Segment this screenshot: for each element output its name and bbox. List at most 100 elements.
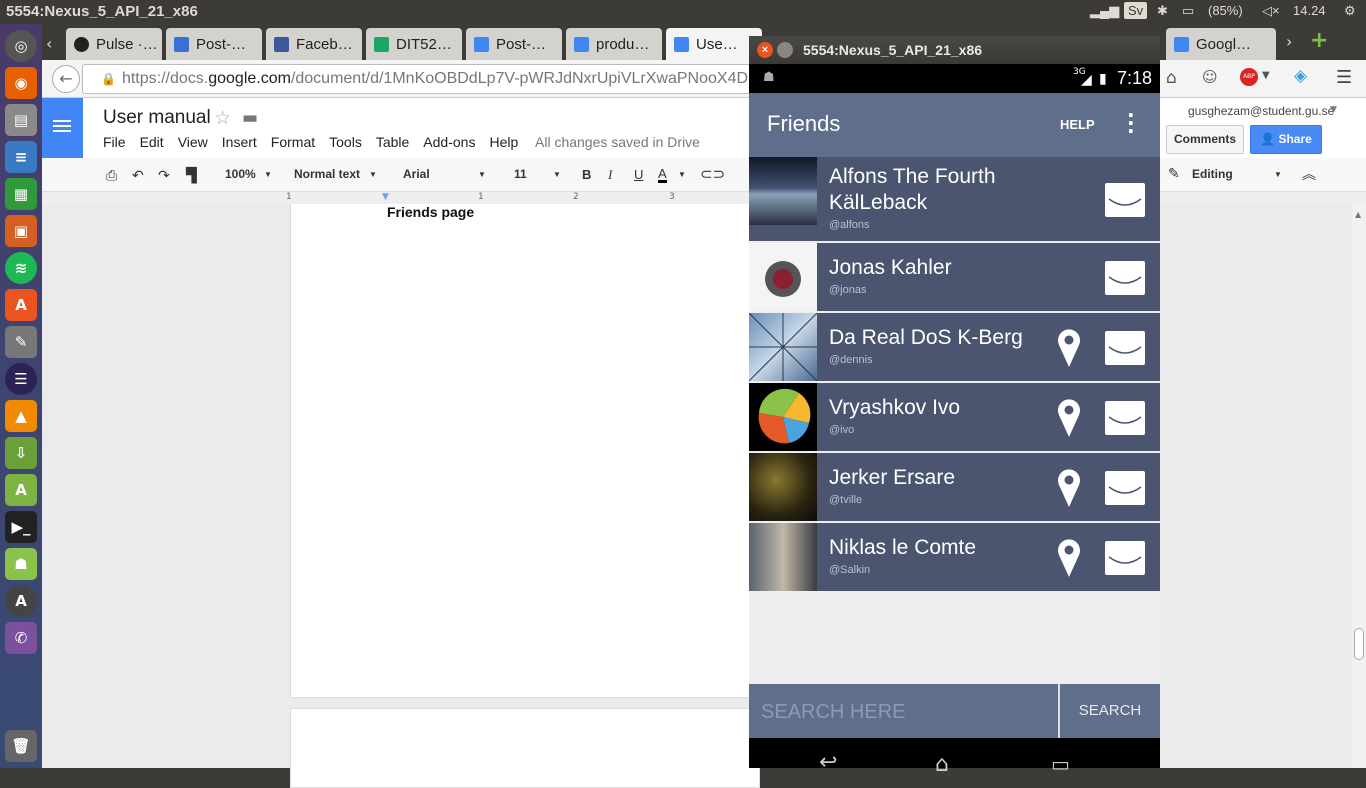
friend-row[interactable]: Alfons The Fourth KälLeback @alfons [749,157,1160,243]
minimize-icon[interactable] [777,42,793,58]
back-icon[interactable]: ↩ [819,750,837,775]
battery-icon[interactable]: ▭ [1182,3,1194,19]
back-button[interactable]: ← [52,65,80,93]
chat-icon[interactable]: ☺ [1202,68,1218,86]
underline-button[interactable]: U [634,167,643,182]
terminal-icon[interactable]: ▶_ [5,511,37,543]
vlc-icon[interactable]: ▲ [5,400,37,432]
message-icon[interactable] [1105,471,1145,505]
italic-button[interactable]: I [608,167,612,183]
star-icon[interactable]: ☆ [214,107,231,129]
menu-tools[interactable]: Tools [329,134,362,150]
adblock-icon[interactable]: ABP [1240,68,1258,86]
gear-icon[interactable]: ⚙ [1344,3,1356,19]
overflow-menu-icon[interactable]: · · · [1127,105,1135,141]
location-pin-icon[interactable] [1057,327,1081,367]
impress-icon[interactable]: ▣ [5,215,37,247]
scroll-thumb[interactable] [1354,628,1364,660]
pencil-icon[interactable]: ✎ [1168,165,1180,182]
tab-scroll-right-icon[interactable]: › [1286,32,1292,51]
keyboard-layout-indicator[interactable]: Sv [1124,2,1148,19]
document-page[interactable]: Friends page [290,204,760,698]
tab-drive[interactable]: DIT52… [366,28,462,60]
account-chevron-down-icon[interactable]: ▼ [1330,105,1337,115]
friend-row[interactable]: Jerker Ersare @tville [749,453,1160,523]
scroll-up-icon[interactable]: ▲ [1355,210,1361,219]
location-pin-icon[interactable] [1057,467,1081,507]
recent-apps-icon[interactable]: ▭ [1051,752,1070,776]
viber-icon[interactable]: ✆ [5,622,37,654]
bold-button[interactable]: B [582,167,591,182]
help-button[interactable]: HELP [1060,117,1095,132]
menu-insert[interactable]: Insert [222,134,257,150]
android-studio-icon[interactable]: A [5,474,37,506]
friend-row[interactable]: Vryashkov Ivo @ivo [749,383,1160,453]
files-icon[interactable]: ▤ [5,104,37,136]
docs-logo-icon[interactable] [42,98,83,158]
dash-home-icon[interactable]: ◎ [5,30,37,62]
menu-addons[interactable]: Add-ons [423,134,475,150]
chevron-down-icon[interactable]: ▼ [1262,70,1270,81]
firefox-icon[interactable]: ◉ [5,67,37,99]
android-icon[interactable]: ☗ [5,548,37,580]
message-icon[interactable] [1105,261,1145,295]
redo-icon[interactable]: ↷ [158,167,170,184]
battery-percent[interactable]: (85%) [1208,3,1243,18]
text-color-button[interactable]: A [658,167,667,183]
clock[interactable]: 14.24 [1293,3,1326,18]
font-size-select[interactable]: 11 [514,167,527,181]
tab-post-1[interactable]: Post-… [166,28,262,60]
document-body-text[interactable]: Friends page [387,204,474,220]
editing-mode-select[interactable]: Editing [1192,167,1233,181]
editing-chevron-down-icon[interactable]: ▼ [1274,170,1282,179]
friend-row[interactable]: Niklas le Comte @Salkin [749,523,1160,593]
update-manager-icon[interactable]: A [5,585,37,617]
link-icon[interactable]: ⊂⊃ [700,165,725,183]
document-title[interactable]: User manual [103,107,211,129]
size-chevron-down-icon[interactable]: ▼ [553,170,561,179]
message-icon[interactable] [1105,183,1145,217]
color-chevron-down-icon[interactable]: ▼ [678,170,686,179]
tab-post-2[interactable]: Post-… [466,28,562,60]
settings-tools-icon[interactable]: ✎ [5,326,37,358]
menu-view[interactable]: View [178,134,208,150]
trash-icon[interactable]: 🗑 [5,730,37,762]
url-bar[interactable]: 🔒 https://docs.google.com/document/d/1MnK… [82,64,762,94]
search-input[interactable]: SEARCH HERE [761,701,905,724]
style-select[interactable]: Normal text [294,167,360,181]
tab-facebook[interactable]: Faceb… [266,28,362,60]
undo-icon[interactable]: ↶ [132,167,144,184]
close-icon[interactable]: × [757,42,773,58]
friend-row[interactable]: Da Real DoS K-Berg @dennis [749,313,1160,383]
eclipse-icon[interactable]: ☰ [5,363,37,395]
network-icon[interactable]: ▂▄▆ [1090,3,1119,19]
font-chevron-down-icon[interactable]: ▼ [478,170,486,179]
menu-file[interactable]: File [103,134,126,150]
ruler[interactable]: 1 ▼ 1 2 3 [42,192,1366,204]
menu-table[interactable]: Table [376,134,409,150]
font-select[interactable]: Arial [403,167,430,181]
home-icon[interactable]: ⌂ [935,752,949,777]
calc-icon[interactable]: ▦ [5,178,37,210]
tab-google[interactable]: Googl… [1166,28,1276,60]
zoom-chevron-down-icon[interactable]: ▼ [264,170,272,179]
comments-button[interactable]: Comments [1166,125,1244,154]
indent-marker-icon[interactable]: ▼ [382,192,389,202]
writer-icon[interactable]: ≡ [5,141,37,173]
save-status[interactable]: All changes saved in Drive [535,134,700,150]
scrollbar[interactable]: ▲ [1352,204,1366,768]
menu-edit[interactable]: Edit [140,134,164,150]
tab-scroll-left-icon[interactable]: ‹ [46,34,52,53]
document-page[interactable] [290,708,760,788]
menu-help[interactable]: Help [489,134,518,150]
location-pin-icon[interactable] [1057,397,1081,437]
message-icon[interactable] [1105,541,1145,575]
style-chevron-down-icon[interactable]: ▼ [369,170,377,179]
search-button[interactable]: SEARCH [1058,684,1160,738]
spotify-icon[interactable]: ≋ [5,252,37,284]
message-icon[interactable] [1105,331,1145,365]
location-pin-icon[interactable] [1057,537,1081,577]
tab-pulse[interactable]: Pulse ·… [66,28,162,60]
zoom-select[interactable]: 100% [225,167,256,181]
new-tab-icon[interactable]: + [1310,28,1328,53]
